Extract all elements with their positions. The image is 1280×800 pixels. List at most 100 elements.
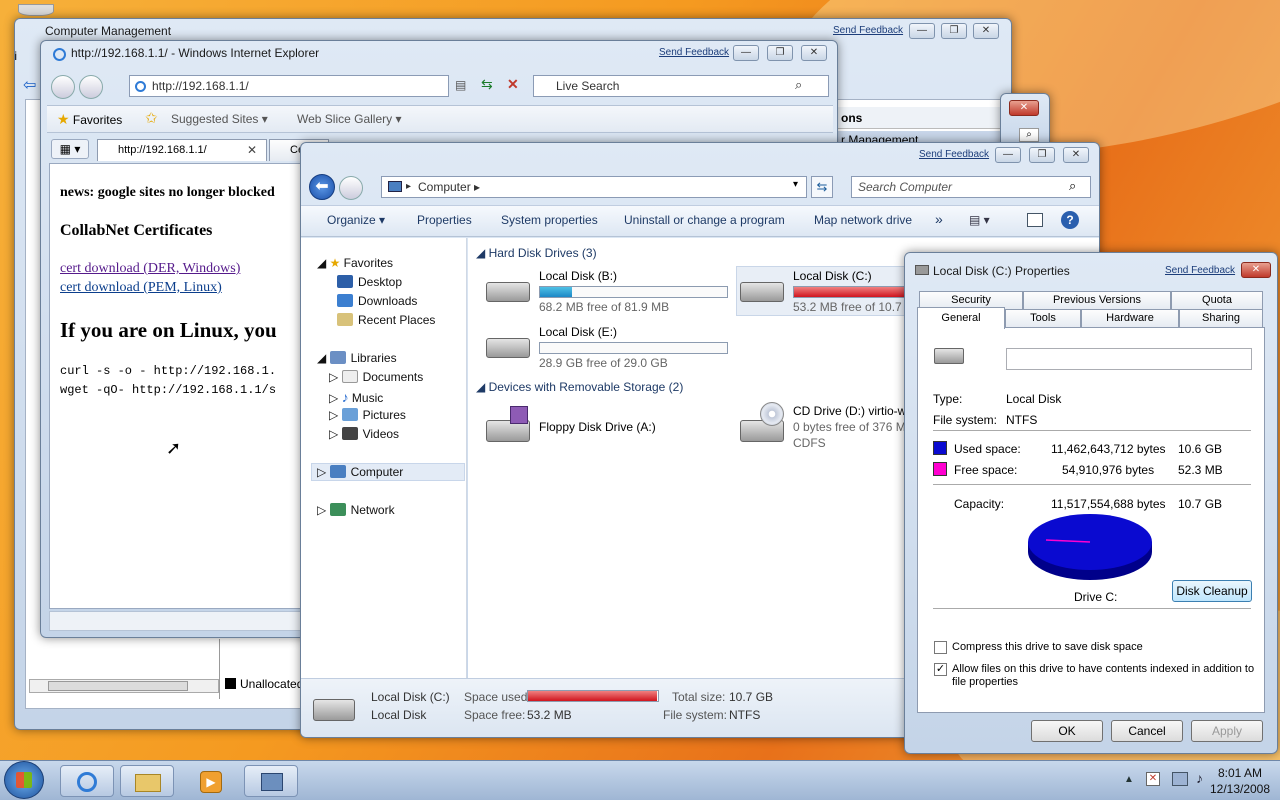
properties-dialog[interactable]: Local Disk (C:) Properties Send Feedback… — [904, 252, 1278, 754]
address-bar[interactable]: http://192.168.1.1/ — [129, 75, 449, 97]
drive-b-tile[interactable]: Local Disk (B:) 68.2 MB free of 81.9 MB — [484, 264, 734, 314]
compatibility-icon[interactable]: ▤ — [455, 78, 471, 94]
suggested-sites-button[interactable]: Suggested Sites ▾ — [171, 112, 268, 126]
quick-tabs-icon[interactable]: ▦ ▾ — [51, 139, 89, 159]
drive-a-tile[interactable]: Floppy Disk Drive (A:) — [484, 402, 734, 452]
forward-button[interactable] — [339, 176, 363, 200]
taskbar-ie-button[interactable] — [60, 765, 114, 797]
clock-date[interactable]: 12/13/2008 — [1200, 782, 1280, 796]
tab-sharing[interactable]: Sharing — [1179, 309, 1263, 327]
search-icon[interactable]: ⌕ — [795, 77, 802, 93]
view-options-icon[interactable]: ▤ ▾ — [969, 213, 990, 227]
nav-music[interactable]: ▷ ♪ Music — [329, 389, 383, 405]
drive-e-tile[interactable]: Local Disk (E:) 28.9 GB free of 29.0 GB — [484, 320, 734, 370]
breadcrumb-dropdown-icon[interactable]: ▾ — [793, 179, 798, 190]
nav-desktop[interactable]: Desktop — [337, 275, 402, 289]
taskbar-computer-management-button[interactable] — [244, 765, 298, 797]
send-feedback-link[interactable]: Send Feedback — [1165, 265, 1235, 276]
removable-group-header[interactable]: ◢ Devices with Removable Storage (2) — [476, 380, 683, 394]
search-icon[interactable]: ⌕ — [1019, 128, 1039, 142]
nav-favorites[interactable]: ◢ ★ Favorites — [317, 256, 393, 270]
minimize-button[interactable]: — — [995, 147, 1021, 163]
nav-network[interactable]: ▷ Network — [317, 503, 395, 517]
taskbar-media-player-button[interactable]: ▶ — [184, 765, 238, 797]
back-button[interactable]: ⬅ — [309, 174, 335, 200]
nav-libraries[interactable]: ◢ Libraries — [317, 351, 397, 365]
drive-a-name: Floppy Disk Drive (A:) — [539, 420, 656, 434]
index-checkbox[interactable]: ✓ — [934, 663, 947, 676]
nav-downloads[interactable]: Downloads — [337, 294, 417, 308]
web-slice-gallery-label: Web Slice Gallery — [297, 112, 393, 126]
breadcrumb[interactable]: ▸ Computer ▸ — [381, 176, 807, 198]
back-button[interactable] — [51, 75, 75, 99]
maximize-button[interactable]: ❐ — [1029, 147, 1055, 163]
search-icon[interactable]: ⌕ — [1069, 178, 1076, 194]
nav-pictures[interactable]: ▷ Pictures — [329, 408, 406, 422]
tab-tools[interactable]: Tools — [1005, 309, 1081, 327]
close-button[interactable]: ✕ — [801, 45, 827, 61]
details-fs-label: File system: — [663, 708, 728, 722]
drive-label-input[interactable] — [1006, 348, 1252, 370]
network-icon[interactable] — [1172, 772, 1188, 786]
show-hidden-icons[interactable]: ▲ — [1124, 774, 1134, 785]
close-button[interactable]: ✕ — [1009, 100, 1039, 116]
help-icon[interactable]: ? — [1061, 211, 1079, 229]
search-input[interactable]: Search Computer — [851, 176, 1091, 198]
menu-file[interactable]: Fi — [15, 49, 17, 63]
removable-group-label: Devices with Removable Storage (2) — [488, 380, 684, 394]
send-feedback-link[interactable]: Send Feedback — [659, 47, 729, 58]
nav-videos[interactable]: ▷ Videos — [329, 427, 399, 441]
tab-quota[interactable]: Quota — [1171, 291, 1263, 309]
minimize-button[interactable]: — — [733, 45, 759, 61]
preview-pane-icon[interactable] — [1027, 213, 1043, 227]
add-favorites-icon[interactable]: ✩ — [145, 109, 158, 127]
send-feedback-link[interactable]: Send Feedback — [833, 25, 903, 36]
refresh-icon[interactable]: ⇆ — [481, 76, 497, 92]
stop-icon[interactable]: ✕ — [507, 76, 523, 92]
recycle-bin-icon[interactable] — [18, 4, 54, 16]
tab-hardware[interactable]: Hardware — [1081, 309, 1179, 327]
tab-previous-versions[interactable]: Previous Versions — [1023, 291, 1171, 309]
ok-button[interactable]: OK — [1031, 720, 1103, 742]
web-slice-gallery-button[interactable]: Web Slice Gallery ▾ — [297, 112, 402, 126]
refresh-icon[interactable]: ⇆ — [811, 176, 833, 198]
close-button[interactable]: ✕ — [973, 23, 999, 39]
cancel-button[interactable]: Cancel — [1111, 720, 1183, 742]
ie-tab-active[interactable]: http://192.168.1.1/ — [97, 139, 267, 161]
hdd-group-header[interactable]: ◢ Hard Disk Drives (3) — [476, 246, 597, 260]
cert-pem-link[interactable]: cert download (PEM, Linux) — [60, 280, 222, 296]
details-type: Local Disk — [371, 708, 427, 722]
send-feedback-link[interactable]: Send Feedback — [919, 149, 989, 160]
map-network-drive-button[interactable]: Map network drive — [814, 213, 912, 227]
maximize-button[interactable]: ❐ — [941, 23, 967, 39]
favorites-button[interactable]: ★ Favorites — [57, 111, 122, 128]
properties-button[interactable]: Properties — [417, 213, 472, 227]
action-center-icon[interactable]: ✕ — [1146, 772, 1160, 786]
organize-menu[interactable]: Organize ▾ — [327, 213, 385, 227]
apply-button[interactable]: Apply — [1191, 720, 1263, 742]
cert-der-link[interactable]: cert download (DER, Windows) — [60, 261, 240, 277]
forward-button[interactable] — [79, 75, 103, 99]
nav-computer[interactable]: ▷ Computer — [317, 465, 403, 479]
tab-general[interactable]: General — [917, 307, 1005, 329]
horizontal-scrollbar[interactable] — [29, 679, 219, 693]
close-button[interactable]: ✕ — [1241, 262, 1271, 278]
search-input[interactable]: Live Search — [533, 75, 829, 97]
toolbar-more-button[interactable]: » — [935, 211, 943, 227]
breadcrumb-computer[interactable]: Computer — [418, 180, 471, 194]
close-button[interactable]: ✕ — [1063, 147, 1089, 163]
disk-cleanup-button[interactable]: Disk Cleanup — [1172, 580, 1252, 602]
taskbar-explorer-button[interactable] — [120, 765, 174, 797]
details-total-value: 10.7 GB — [729, 690, 774, 704]
minimize-button[interactable]: — — [909, 23, 935, 39]
maximize-button[interactable]: ❐ — [767, 45, 793, 61]
compress-checkbox[interactable] — [934, 641, 947, 654]
nav-documents-label: Documents — [362, 370, 424, 384]
uninstall-program-button[interactable]: Uninstall or change a program — [624, 213, 785, 227]
nav-documents[interactable]: ▷ Documents — [329, 370, 423, 384]
tab-close-icon[interactable]: ✕ — [247, 143, 257, 157]
nav-recent-places[interactable]: Recent Places — [337, 313, 435, 327]
system-properties-button[interactable]: System properties — [501, 213, 598, 227]
start-button[interactable] — [4, 761, 44, 799]
clock-time[interactable]: 8:01 AM — [1208, 766, 1272, 780]
